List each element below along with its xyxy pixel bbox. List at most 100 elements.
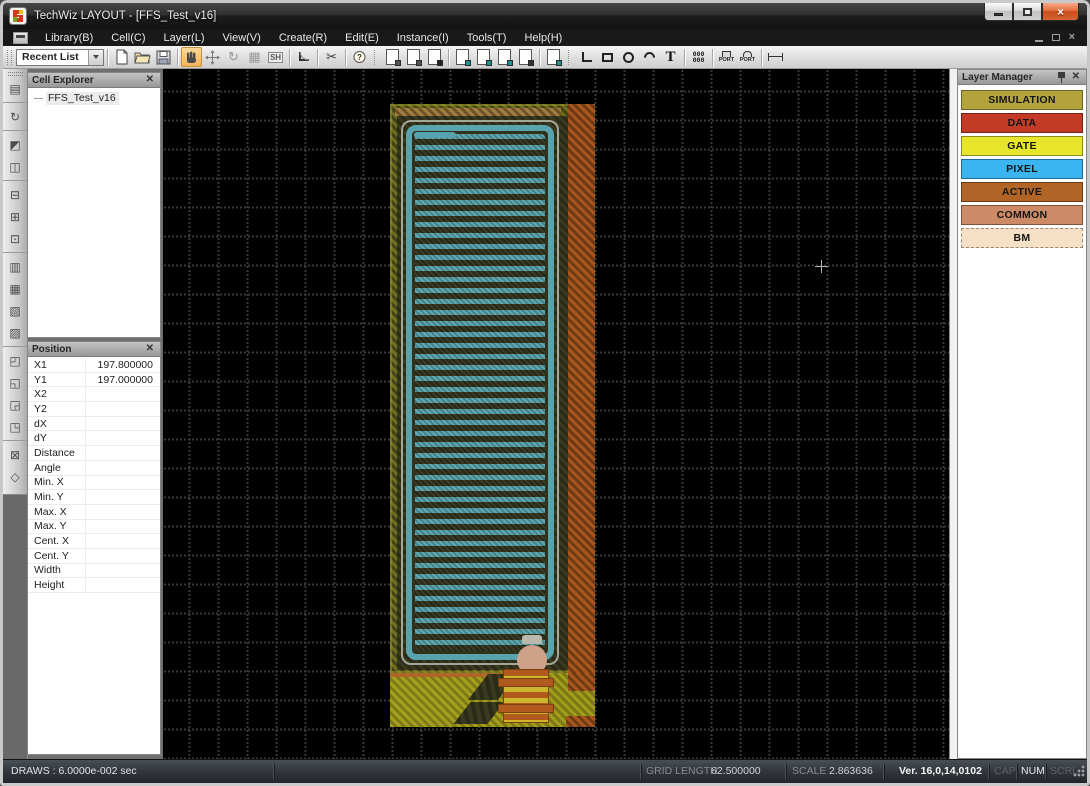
tool-rotate-icon[interactable]: ↻ bbox=[3, 102, 27, 128]
array-numbers-icon[interactable]: 000 000 bbox=[688, 47, 709, 67]
polyline-tool-icon[interactable] bbox=[576, 47, 597, 67]
layer-manager-close-icon[interactable]: ✕ bbox=[1070, 72, 1082, 82]
query-tool-icon[interactable]: ? bbox=[349, 47, 370, 67]
via-cap-upper bbox=[498, 678, 554, 687]
layer-manager-titlebar[interactable]: Layer Manager ✕ bbox=[958, 70, 1086, 85]
tool-distribute-v-icon[interactable]: ▦ bbox=[3, 278, 27, 300]
layer-button-bm[interactable]: BM bbox=[961, 228, 1083, 248]
resize-grip[interactable] bbox=[1073, 765, 1085, 777]
window-maximize-button[interactable] bbox=[1013, 3, 1042, 21]
tool-intersect-icon[interactable]: ◲ bbox=[3, 394, 27, 416]
crosshair-cursor bbox=[815, 260, 828, 273]
toolbar-doc-port-a-icon[interactable] bbox=[452, 47, 473, 67]
text-tool-icon[interactable]: T bbox=[660, 47, 681, 67]
layer-button-gate[interactable]: GATE bbox=[961, 136, 1083, 156]
layout-canvas[interactable] bbox=[163, 69, 949, 759]
contact-tab bbox=[522, 635, 542, 644]
window-minimize-button[interactable] bbox=[984, 3, 1013, 21]
pan-tool-icon[interactable] bbox=[181, 47, 202, 67]
window-close-button[interactable]: × bbox=[1042, 3, 1079, 21]
layer-button-active[interactable]: ACTIVE bbox=[961, 182, 1083, 202]
layer-name: PIXEL bbox=[1006, 163, 1038, 175]
mdi-minimize-icon[interactable] bbox=[1034, 40, 1043, 42]
position-panel-close-icon[interactable]: ✕ bbox=[144, 344, 156, 354]
tool-spacing-h-icon[interactable]: ▧ bbox=[3, 300, 27, 322]
menu-item-tools[interactable]: Tools(T) bbox=[458, 31, 516, 45]
move-tool-icon[interactable] bbox=[202, 47, 223, 67]
stretch-tool-icon[interactable]: SH bbox=[265, 47, 286, 67]
mdi-system-icon[interactable] bbox=[13, 31, 28, 44]
cell-explorer-titlebar[interactable]: Cell Explorer ✕ bbox=[28, 73, 160, 88]
tool-distribute-h-icon[interactable]: ▥ bbox=[3, 252, 27, 278]
combobox-dropdown-icon[interactable] bbox=[88, 49, 103, 65]
save-file-icon[interactable] bbox=[153, 47, 174, 67]
layer-manager-panel: Layer Manager ✕ SIMULATION DATA GATE PIX… bbox=[957, 69, 1087, 759]
menu-item-create[interactable]: Create(R) bbox=[270, 31, 336, 45]
circle-tool-icon[interactable] bbox=[618, 47, 639, 67]
menu-item-layer[interactable]: Layer(L) bbox=[155, 31, 214, 45]
arc-tool-icon[interactable] bbox=[639, 47, 660, 67]
bend-tool-icon[interactable] bbox=[293, 47, 314, 67]
tools-icon[interactable]: ✂ bbox=[321, 47, 342, 67]
pin-icon[interactable] bbox=[1057, 71, 1066, 83]
array-tool-icon[interactable]: ▦ bbox=[244, 47, 265, 67]
open-file-icon[interactable] bbox=[132, 47, 153, 67]
active-strip-lower bbox=[568, 673, 595, 691]
port-tool-icon[interactable]: PORT bbox=[716, 47, 737, 67]
toolbar-doc-check-icon[interactable] bbox=[424, 47, 445, 67]
mdi-close-icon[interactable]: × bbox=[1069, 32, 1075, 43]
menu-item-instance[interactable]: Instance(I) bbox=[388, 31, 458, 45]
ffs-cell-drawing[interactable] bbox=[390, 104, 595, 727]
toolbar-doc-search-icon[interactable] bbox=[403, 47, 424, 67]
tool-align-right-icon[interactable]: ⊡ bbox=[3, 228, 27, 250]
position-row-label: dX bbox=[28, 416, 86, 431]
menu-item-library[interactable]: Library(B) bbox=[36, 31, 102, 45]
mdi-restore-icon[interactable] bbox=[1051, 34, 1060, 41]
tool-subtract-icon[interactable]: ◱ bbox=[3, 372, 27, 394]
tool-cell-instance-icon[interactable]: ▤ bbox=[3, 78, 27, 100]
position-row-label: dY bbox=[28, 431, 86, 446]
app-logo-icon bbox=[9, 7, 27, 25]
pixel-serpentine-electrode bbox=[406, 125, 554, 660]
menu-item-cell[interactable]: Cell(C) bbox=[102, 31, 154, 45]
toolbar-grip[interactable] bbox=[7, 49, 12, 65]
toolbar-doc-fill-icon[interactable] bbox=[515, 47, 536, 67]
tool-align-left-icon[interactable]: ⊟ bbox=[3, 180, 27, 206]
rotate-tool-icon[interactable]: ↻ bbox=[223, 47, 244, 67]
tool-group-icon[interactable]: ⊠ bbox=[3, 440, 27, 466]
tool-measure-icon[interactable]: ◇ bbox=[3, 466, 27, 488]
layer-button-data[interactable]: DATA bbox=[961, 113, 1083, 133]
port-shape-tool-icon[interactable]: PORT bbox=[737, 47, 758, 67]
cell-tree-item[interactable]: FFS_Test_v16 bbox=[34, 92, 160, 105]
tool-copy-icon[interactable]: ◫ bbox=[3, 156, 27, 178]
version-label: Ver. 16,0,14,0102 bbox=[899, 765, 982, 777]
menu-item-view[interactable]: View(V) bbox=[214, 31, 270, 45]
toolbar-doc-grid-icon[interactable] bbox=[382, 47, 403, 67]
menu-item-help[interactable]: Help(H) bbox=[515, 31, 571, 45]
position-row: Max. Y bbox=[28, 519, 160, 535]
scale-value: 2.863636 bbox=[829, 765, 873, 777]
position-panel-titlebar[interactable]: Position ✕ bbox=[28, 342, 160, 357]
rectangle-tool-icon[interactable] bbox=[597, 47, 618, 67]
cell-explorer-close-icon[interactable]: ✕ bbox=[144, 75, 156, 85]
tool-xor-icon[interactable]: ◳ bbox=[3, 416, 27, 438]
tool-align-center-icon[interactable]: ⊞ bbox=[3, 206, 27, 228]
recent-list-combobox[interactable]: Recent List bbox=[16, 48, 104, 66]
new-file-icon[interactable] bbox=[111, 47, 132, 67]
tool-spacing-v-icon[interactable]: ▨ bbox=[3, 322, 27, 344]
via-cap-lower bbox=[498, 704, 554, 713]
layer-name: SIMULATION bbox=[988, 94, 1056, 106]
menu-item-edit[interactable]: Edit(E) bbox=[336, 31, 388, 45]
dimension-tool-icon[interactable] bbox=[765, 47, 786, 67]
layer-button-pixel[interactable]: PIXEL bbox=[961, 159, 1083, 179]
layer-button-common[interactable]: COMMON bbox=[961, 205, 1083, 225]
panel-splitter[interactable] bbox=[949, 69, 957, 759]
toolbar-doc-net-icon[interactable] bbox=[494, 47, 515, 67]
layer-button-simulation[interactable]: SIMULATION bbox=[961, 90, 1083, 110]
toolbar-doc-port-b-icon[interactable] bbox=[473, 47, 494, 67]
tool-merge-icon[interactable]: ◰ bbox=[3, 346, 27, 372]
toolbar-doc-export-icon[interactable] bbox=[543, 47, 564, 67]
vertical-toolbar-grip[interactable] bbox=[7, 72, 23, 76]
tool-mirror-icon[interactable]: ◩ bbox=[3, 130, 27, 156]
top-routing-stripe bbox=[395, 108, 561, 116]
